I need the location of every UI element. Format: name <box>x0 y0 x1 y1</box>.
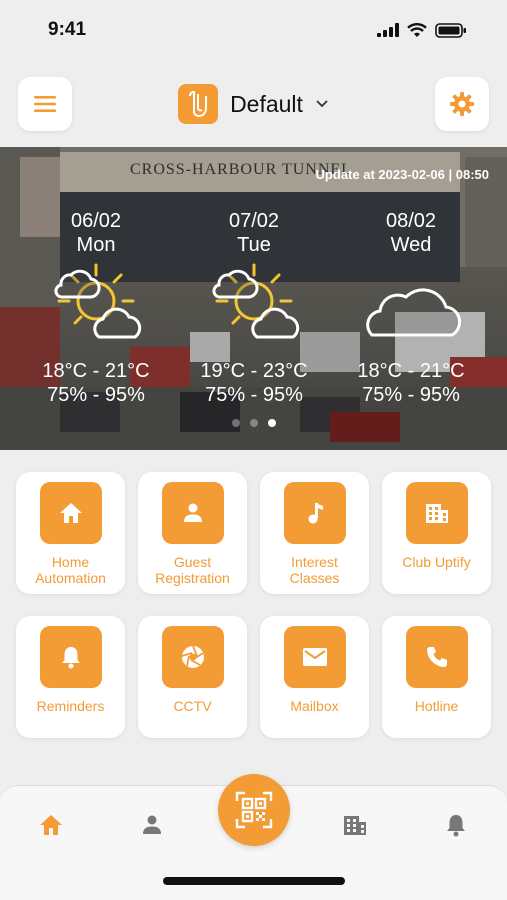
status-time: 9:41 <box>48 19 87 40</box>
tile-hotline[interactable]: Hotline <box>382 616 491 738</box>
profile-selector[interactable]: Default <box>178 84 329 124</box>
status-icons <box>377 22 467 38</box>
chevron-down-icon <box>316 100 328 108</box>
tab-home[interactable] <box>31 808 71 842</box>
tile-cctv[interactable]: CCTV <box>138 616 247 738</box>
gear-icon <box>450 92 474 116</box>
qr-scan-icon <box>235 791 273 829</box>
partly-cloudy-icon <box>212 263 300 339</box>
forecast-weekday: Mon <box>76 234 116 256</box>
wifi-icon <box>407 22 427 37</box>
forecast-date: 07/02 <box>228 210 280 232</box>
menu-button[interactable] <box>18 77 72 131</box>
hamburger-icon <box>34 96 56 112</box>
profile-name: Default <box>230 90 303 117</box>
forecast-temperature: 18°C - 21°C <box>357 360 465 382</box>
forecast-temperature: 19°C - 23°C <box>200 360 308 382</box>
signal-icon <box>377 23 399 37</box>
carousel-dot-active[interactable] <box>267 419 276 427</box>
forecast-day: 07/02 Tue 19°C - 23°C 75% - 95% <box>184 209 324 407</box>
settings-button[interactable] <box>435 77 489 131</box>
tile-label: Club Uptify <box>402 554 471 570</box>
forecast-date: 08/02 <box>385 210 437 232</box>
building-icon <box>425 504 448 523</box>
tile-reminders[interactable]: Reminders <box>16 616 125 738</box>
tab-club[interactable] <box>335 808 375 842</box>
forecast-weekday: Wed <box>390 234 432 256</box>
forecast-weekday: Tue <box>237 234 271 256</box>
camera-shutter-icon <box>181 645 204 668</box>
tab-notifications[interactable] <box>436 808 476 842</box>
forecast-day: 08/02 Wed 18°C - 21°C 75% - 95% <box>341 209 481 407</box>
forecast-humidity: 75% - 95% <box>47 384 145 406</box>
weather-carousel[interactable]: CROSS-HARBOUR TUNNEL Update at 2023-02-0… <box>0 147 507 450</box>
logo-icon <box>189 90 208 118</box>
forecast-date: 06/02 <box>70 210 122 232</box>
carousel-dot[interactable] <box>231 419 240 427</box>
feature-grid: Home Automation Guest Registration Inter… <box>16 472 492 738</box>
tile-mailbox[interactable]: Mailbox <box>260 616 369 738</box>
tile-label: Home Automation <box>35 554 106 586</box>
phone-icon <box>426 647 447 667</box>
person-icon <box>183 503 202 522</box>
forecast-temperature: 18°C - 21°C <box>42 360 150 382</box>
tile-label: Hotline <box>414 698 459 714</box>
tile-label: Guest Registration <box>155 554 230 586</box>
home-icon <box>40 815 62 835</box>
app-logo <box>178 84 219 124</box>
tab-profile[interactable] <box>132 808 172 842</box>
tile-home-automation[interactable]: Home Automation <box>16 472 125 594</box>
tile-label: Mailbox <box>290 698 339 714</box>
qr-scan-button[interactable] <box>218 774 290 846</box>
tile-label: CCTV <box>173 698 212 714</box>
tile-label: Reminders <box>36 698 105 714</box>
person-icon <box>143 815 161 834</box>
tile-guest-registration[interactable]: Guest Registration <box>138 472 247 594</box>
app-header: Default <box>0 62 507 146</box>
building-icon <box>344 816 366 835</box>
weather-update-time: Update at 2023-02-06 | 08:50 <box>315 167 489 182</box>
cloud-icon <box>366 288 462 337</box>
tile-club-uptify[interactable]: Club Uptify <box>382 472 491 594</box>
home-indicator[interactable] <box>163 877 345 885</box>
mail-icon <box>302 648 327 666</box>
carousel-dots <box>0 419 507 427</box>
home-icon <box>59 503 82 523</box>
tile-interest-classes[interactable]: Interest Classes <box>260 472 369 594</box>
forecast-humidity: 75% - 95% <box>205 384 303 406</box>
bell-icon <box>447 815 465 837</box>
forecast-day: 06/02 Mon 18°C - 21°C 75% - 95% <box>26 209 166 407</box>
status-bar: 9:41 <box>0 0 507 60</box>
battery-icon <box>435 22 466 38</box>
carousel-dot[interactable] <box>249 419 258 427</box>
tile-label: Interest Classes <box>289 554 340 586</box>
partly-cloudy-icon <box>54 263 142 339</box>
forecast-humidity: 75% - 95% <box>362 384 460 406</box>
music-note-icon <box>308 503 323 524</box>
bell-icon <box>61 647 80 669</box>
